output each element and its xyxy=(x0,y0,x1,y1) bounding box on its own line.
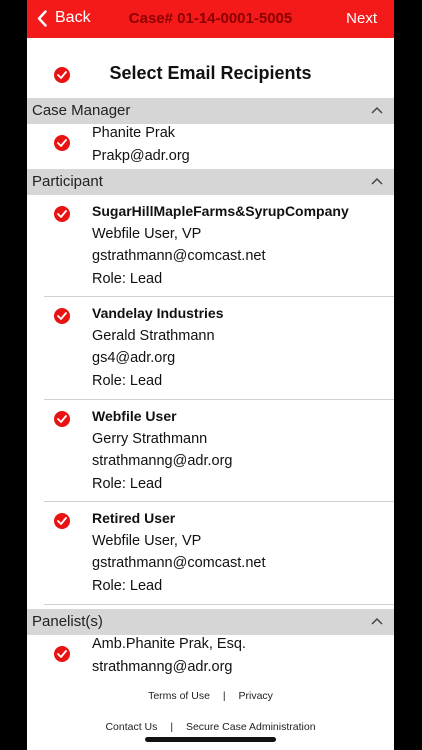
home-indicator xyxy=(145,737,276,742)
app-screen: Back Case# 01-14-0001-5005 Next Select E… xyxy=(27,0,394,750)
footer-divider: | xyxy=(222,690,226,702)
recipient-name: Phanite Prak xyxy=(92,125,176,141)
nav-bar: Back Case# 01-14-0001-5005 Next xyxy=(27,0,394,38)
chevron-up-icon xyxy=(371,617,383,625)
organization-name: Retired User xyxy=(92,510,176,526)
checkmark-icon[interactable] xyxy=(54,206,70,222)
contact-title: Webfile User, VP xyxy=(92,225,202,242)
contact-role: Role: Lead xyxy=(92,475,163,492)
recipient-participant-2[interactable]: Vandelay Industries Gerald Strathmann gs… xyxy=(27,302,394,398)
recipient-panelist[interactable]: Amb.Phanite Prak, Esq. strathmanng@adr.o… xyxy=(27,635,394,679)
panelist-email: strathmanng@adr.org xyxy=(92,658,233,675)
divider xyxy=(44,399,394,400)
footer-divider: | xyxy=(170,721,174,733)
panelist-name: Amb.Phanite Prak, Esq. xyxy=(92,636,246,652)
divider xyxy=(44,604,394,605)
organization-name: Webfile User xyxy=(92,408,177,424)
contact-name: Gerald Strathmann xyxy=(92,327,215,344)
contact-role: Role: Lead xyxy=(92,372,163,389)
footer-links-row-1: Terms of Use | Privacy xyxy=(27,690,394,702)
section-label: Case Manager xyxy=(32,102,131,119)
checkmark-icon[interactable] xyxy=(54,135,70,151)
contact-email: strathmanng@adr.org xyxy=(92,453,233,469)
secure-case-administration-link[interactable]: Secure Case Administration xyxy=(186,721,316,733)
contact-role: Role: Lead xyxy=(92,270,163,287)
organization-name: Vandelay Industries xyxy=(92,305,224,321)
checkmark-icon[interactable] xyxy=(54,308,70,324)
contact-name: Gerry Strathmann xyxy=(92,430,208,447)
section-label: Participant xyxy=(32,173,103,190)
contact-email: gstrathmann@comcast.net xyxy=(92,555,266,571)
section-header-participant[interactable]: Participant xyxy=(27,169,394,195)
recipient-participant-4[interactable]: Retired User Webfile User, VP gstrathman… xyxy=(27,507,394,603)
divider xyxy=(44,501,394,502)
organization-name: SugarHillMapleFarms&SyrupCompany xyxy=(92,203,349,219)
select-all-row[interactable]: Select Email Recipients xyxy=(27,55,394,91)
checkmark-icon[interactable] xyxy=(54,513,70,529)
case-title: Case# 01-14-0001-5005 xyxy=(128,10,293,27)
divider xyxy=(44,296,394,297)
section-label: Panelist(s) xyxy=(32,613,103,630)
chevron-up-icon xyxy=(371,106,383,114)
recipient-case-manager[interactable]: Phanite Prak Prakp@adr.org xyxy=(27,124,394,168)
recipient-email: Prakp@adr.org xyxy=(92,147,190,164)
page-title: Select Email Recipients xyxy=(109,63,312,83)
section-header-case-manager[interactable]: Case Manager xyxy=(27,98,394,124)
contact-title: Webfile User, VP xyxy=(92,532,202,549)
chevron-up-icon xyxy=(371,177,383,185)
recipient-participant-1[interactable]: SugarHillMapleFarms&SyrupCompany Webfile… xyxy=(27,200,394,296)
section-header-panelists[interactable]: Panelist(s) xyxy=(27,609,394,635)
privacy-link[interactable]: Privacy xyxy=(239,690,273,702)
terms-of-use-link[interactable]: Terms of Use xyxy=(148,690,210,702)
contact-email: gs4@adr.org xyxy=(92,350,176,366)
contact-role: Role: Lead xyxy=(92,577,163,594)
checkmark-icon[interactable] xyxy=(54,411,70,427)
contact-us-link[interactable]: Contact Us xyxy=(105,721,157,733)
checkmark-icon[interactable] xyxy=(54,646,70,662)
recipient-participant-3[interactable]: Webfile User Gerry Strathmann strathmann… xyxy=(27,405,394,501)
contact-email: gstrathmann@comcast.net xyxy=(92,248,266,264)
footer-links-row-2: Contact Us | Secure Case Administration xyxy=(27,721,394,733)
next-button[interactable]: Next xyxy=(346,10,377,27)
